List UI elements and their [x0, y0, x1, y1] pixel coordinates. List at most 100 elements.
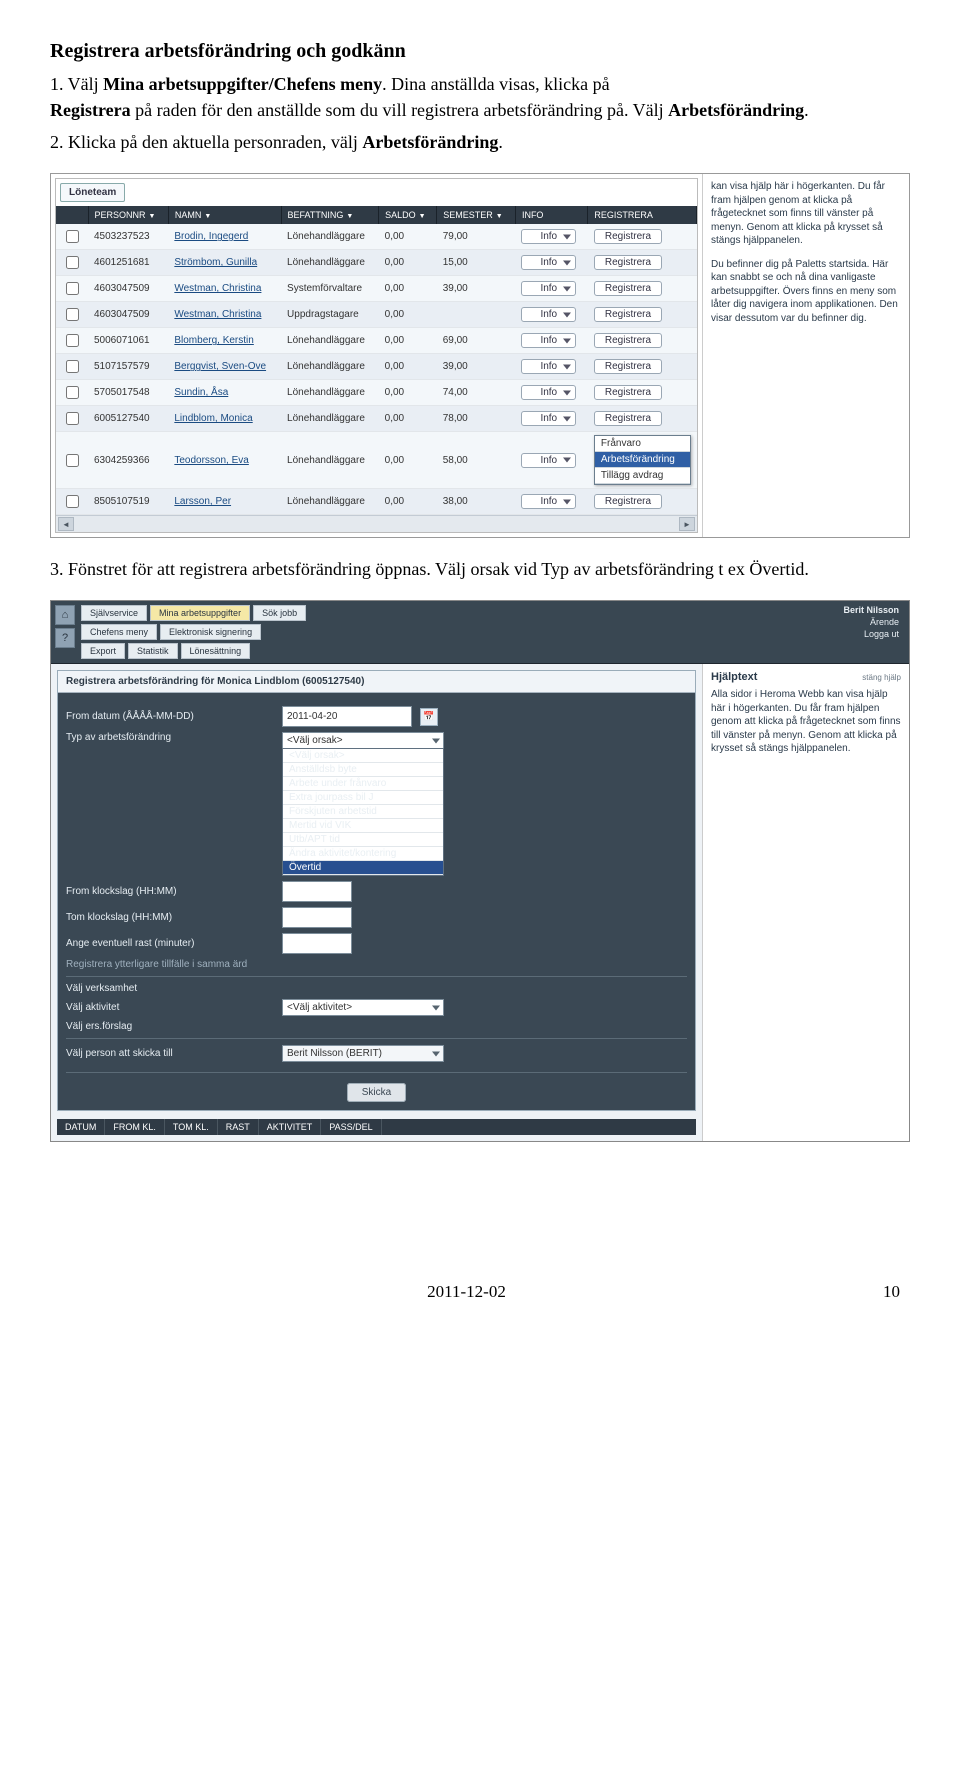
- info-button[interactable]: Info: [521, 281, 576, 296]
- col-befattning[interactable]: BEFATTNING▼: [281, 206, 379, 224]
- col-info: INFO: [515, 206, 587, 224]
- row-checkbox[interactable]: [66, 282, 79, 295]
- registrera-button[interactable]: Registrera: [594, 494, 662, 509]
- info-button[interactable]: Info: [521, 307, 576, 322]
- name-link[interactable]: Sundin, Åsa: [174, 387, 228, 398]
- tab[interactable]: Elektronisk signering: [160, 624, 261, 640]
- help-icon[interactable]: ?: [55, 628, 75, 648]
- dropdown-option[interactable]: Arbete under frånvaro: [283, 777, 443, 791]
- dropdown-option[interactable]: <Välj orsak>: [283, 749, 443, 763]
- name-link[interactable]: Blomberg, Kerstin: [174, 335, 253, 346]
- cell-semester: 79,00: [437, 224, 516, 250]
- cell-saldo: 0,00: [379, 406, 437, 432]
- registrera-button[interactable]: Registrera: [594, 229, 662, 244]
- text-bold: Mina arbetsuppgifter/Chefens meny: [103, 74, 382, 94]
- calendar-icon[interactable]: 📅: [420, 708, 438, 726]
- home-icon[interactable]: ⌂: [55, 605, 75, 625]
- submenu-item[interactable]: Frånvaro: [595, 436, 690, 452]
- dropdown-option[interactable]: Förskjuten arbetstid: [283, 805, 443, 819]
- close-help-link[interactable]: stäng hjälp: [862, 673, 901, 684]
- row-checkbox[interactable]: [66, 495, 79, 508]
- info-button[interactable]: Info: [521, 229, 576, 244]
- row-checkbox[interactable]: [66, 412, 79, 425]
- name-link[interactable]: Berggvist, Sven-Ove: [174, 361, 266, 372]
- registrera-button[interactable]: Registrera: [594, 307, 662, 322]
- info-button[interactable]: Info: [521, 333, 576, 348]
- table-row[interactable]: 4603047509Westman, ChristinaUppdragstaga…: [56, 302, 697, 328]
- row-checkbox[interactable]: [66, 334, 79, 347]
- tom-kl-input[interactable]: [282, 907, 352, 928]
- tab[interactable]: Självservice: [81, 605, 147, 621]
- dropdown-option[interactable]: Övertid: [283, 861, 443, 875]
- name-link[interactable]: Westman, Christina: [174, 309, 261, 320]
- rast-input[interactable]: [282, 933, 352, 954]
- dropdown-option[interactable]: Ändra aktivitet/kontering: [283, 847, 443, 861]
- table-row[interactable]: 4603047509Westman, ChristinaSystemförval…: [56, 276, 697, 302]
- registrera-button[interactable]: Registrera: [594, 333, 662, 348]
- name-link[interactable]: Westman, Christina: [174, 283, 261, 294]
- registrera-button[interactable]: Registrera: [594, 359, 662, 374]
- dropdown-option[interactable]: Utb/APT tid: [283, 833, 443, 847]
- arende-link[interactable]: Ärende: [870, 617, 899, 627]
- row-checkbox[interactable]: [66, 360, 79, 373]
- result-col-header: FROM KL.: [105, 1119, 165, 1135]
- row-checkbox[interactable]: [66, 308, 79, 321]
- tab[interactable]: Lönesättning: [181, 643, 251, 659]
- table-row[interactable]: 8505107519Larsson, PerLönehandläggare0,0…: [56, 489, 697, 515]
- horizontal-scrollbar[interactable]: ◄ ►: [56, 515, 697, 532]
- scroll-right-icon[interactable]: ►: [679, 517, 695, 531]
- col-namn[interactable]: NAMN▼: [168, 206, 281, 224]
- tab[interactable]: Statistik: [128, 643, 178, 659]
- name-link[interactable]: Brodin, Ingegerd: [174, 231, 248, 242]
- name-link[interactable]: Teodorsson, Eva: [174, 455, 249, 466]
- table-row[interactable]: 5107157579Berggvist, Sven-OveLönehandläg…: [56, 354, 697, 380]
- table-row[interactable]: 4503237523Brodin, IngegerdLönehandläggar…: [56, 224, 697, 250]
- name-link[interactable]: Larsson, Per: [174, 496, 231, 507]
- info-button[interactable]: Info: [521, 359, 576, 374]
- submenu-item[interactable]: Arbetsförändring: [595, 452, 690, 468]
- cell-befattning: Lönehandläggare: [281, 489, 379, 515]
- from-datum-input[interactable]: 2011-04-20: [282, 706, 412, 727]
- name-link[interactable]: Lindblom, Monica: [174, 413, 252, 424]
- from-kl-input[interactable]: [282, 881, 352, 902]
- logout-link[interactable]: Logga ut: [864, 629, 899, 639]
- aktivitet-dropdown[interactable]: <Välj aktivitet>: [282, 999, 444, 1016]
- registrera-button[interactable]: Registrera: [594, 281, 662, 296]
- info-button[interactable]: Info: [521, 453, 576, 468]
- registrera-button[interactable]: Registrera: [594, 411, 662, 426]
- scroll-left-icon[interactable]: ◄: [58, 517, 74, 531]
- row-checkbox[interactable]: [66, 256, 79, 269]
- col-personnr[interactable]: PERSONNR▼: [88, 206, 168, 224]
- col-saldo[interactable]: SALDO▼: [379, 206, 437, 224]
- row-checkbox[interactable]: [66, 454, 79, 467]
- table-row[interactable]: 6304259366Teodorsson, EvaLönehandläggare…: [56, 432, 697, 489]
- name-link[interactable]: Strömbom, Gunilla: [174, 257, 257, 268]
- dropdown-option[interactable]: Mertid vid VIK: [283, 819, 443, 833]
- register-submenu[interactable]: FrånvaroArbetsförändringTillägg avdrag: [594, 435, 691, 485]
- typ-dropdown[interactable]: <Välj orsak>: [282, 732, 444, 749]
- tab[interactable]: Chefens meny: [81, 624, 157, 640]
- tab[interactable]: Sök jobb: [253, 605, 306, 621]
- row-checkbox[interactable]: [66, 386, 79, 399]
- table-row[interactable]: 4601251681Strömbom, GunillaLönehandlägga…: [56, 250, 697, 276]
- tab[interactable]: Export: [81, 643, 125, 659]
- table-row[interactable]: 6005127540Lindblom, MonicaLönehandläggar…: [56, 406, 697, 432]
- col-semester[interactable]: SEMESTER▼: [437, 206, 516, 224]
- info-button[interactable]: Info: [521, 385, 576, 400]
- tab[interactable]: Mina arbetsuppgifter: [150, 605, 250, 621]
- registrera-button[interactable]: Registrera: [594, 255, 662, 270]
- typ-dropdown-list[interactable]: <Välj orsak>Anställdsb byteArbete under …: [282, 748, 444, 876]
- result-col-header: PASS/DEL: [321, 1119, 381, 1135]
- info-button[interactable]: Info: [521, 494, 576, 509]
- submenu-item[interactable]: Tillägg avdrag: [595, 468, 690, 484]
- info-button[interactable]: Info: [521, 255, 576, 270]
- cell-semester: 58,00: [437, 432, 516, 489]
- dropdown-option[interactable]: Anställdsb byte: [283, 763, 443, 777]
- row-checkbox[interactable]: [66, 230, 79, 243]
- registrera-button[interactable]: Registrera: [594, 385, 662, 400]
- table-row[interactable]: 5705017548Sundin, ÅsaLönehandläggare0,00…: [56, 380, 697, 406]
- table-row[interactable]: 5006071061Blomberg, KerstinLönehandlägga…: [56, 328, 697, 354]
- info-button[interactable]: Info: [521, 411, 576, 426]
- dropdown-option[interactable]: Extra jourpass bil J: [283, 791, 443, 805]
- skicka-button[interactable]: Skicka: [347, 1083, 406, 1102]
